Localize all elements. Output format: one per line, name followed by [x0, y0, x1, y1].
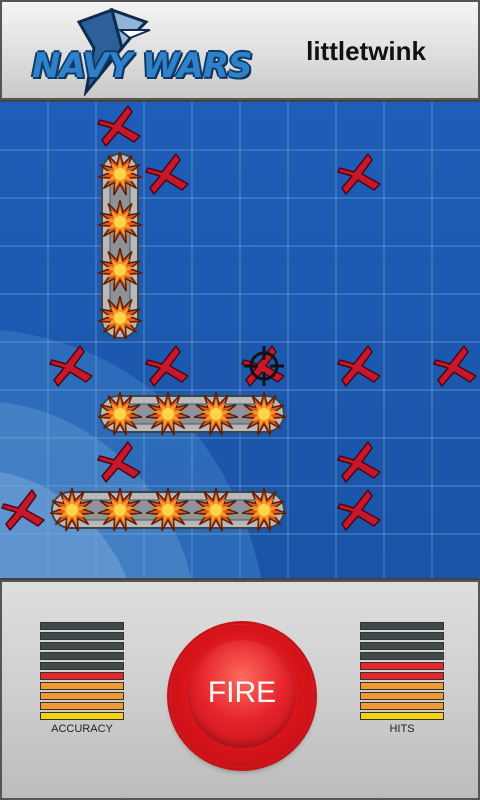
control-panel: ACCURACY FIRE HITS	[0, 580, 480, 800]
accuracy-bar-segment	[40, 682, 124, 690]
hits-bar-segment	[360, 672, 444, 680]
hits-bar-segment	[360, 662, 444, 670]
hits-bar-segment	[360, 632, 444, 640]
hits-bar-segment	[360, 642, 444, 650]
accuracy-label: ACCURACY	[51, 723, 113, 735]
hits-bar-segment	[360, 692, 444, 700]
accuracy-bar-segment	[40, 672, 124, 680]
accuracy-bar-segment	[40, 652, 124, 660]
hits-bar-segment	[360, 682, 444, 690]
game-board[interactable]	[0, 100, 480, 580]
accuracy-bar-segment	[40, 702, 124, 710]
accuracy-bar-segment	[40, 632, 124, 640]
hits-bar-segment	[360, 622, 444, 630]
hits-meter: HITS	[360, 622, 444, 735]
player-name: littletwink	[306, 36, 426, 66]
board-grid[interactable]	[0, 102, 480, 580]
accuracy-bar-segment	[40, 622, 124, 630]
hits-bar-segment	[360, 712, 444, 720]
hits-bar-segment	[360, 702, 444, 710]
accuracy-bar-segment	[40, 662, 124, 670]
fire-button[interactable]: FIRE	[170, 624, 314, 768]
hits-label: HITS	[389, 723, 415, 735]
navy-wars-logo: NAVY WARS	[24, 8, 253, 96]
fire-label: FIRE	[207, 676, 277, 709]
accuracy-meter: ACCURACY	[40, 622, 124, 735]
accuracy-bar-segment	[40, 642, 124, 650]
accuracy-bar-segment	[40, 712, 124, 720]
logo-text: NAVY WARS	[32, 46, 253, 86]
hits-bar-segment	[360, 652, 444, 660]
header: NAVY WARS littletwink	[0, 0, 480, 100]
accuracy-bar-segment	[40, 692, 124, 700]
